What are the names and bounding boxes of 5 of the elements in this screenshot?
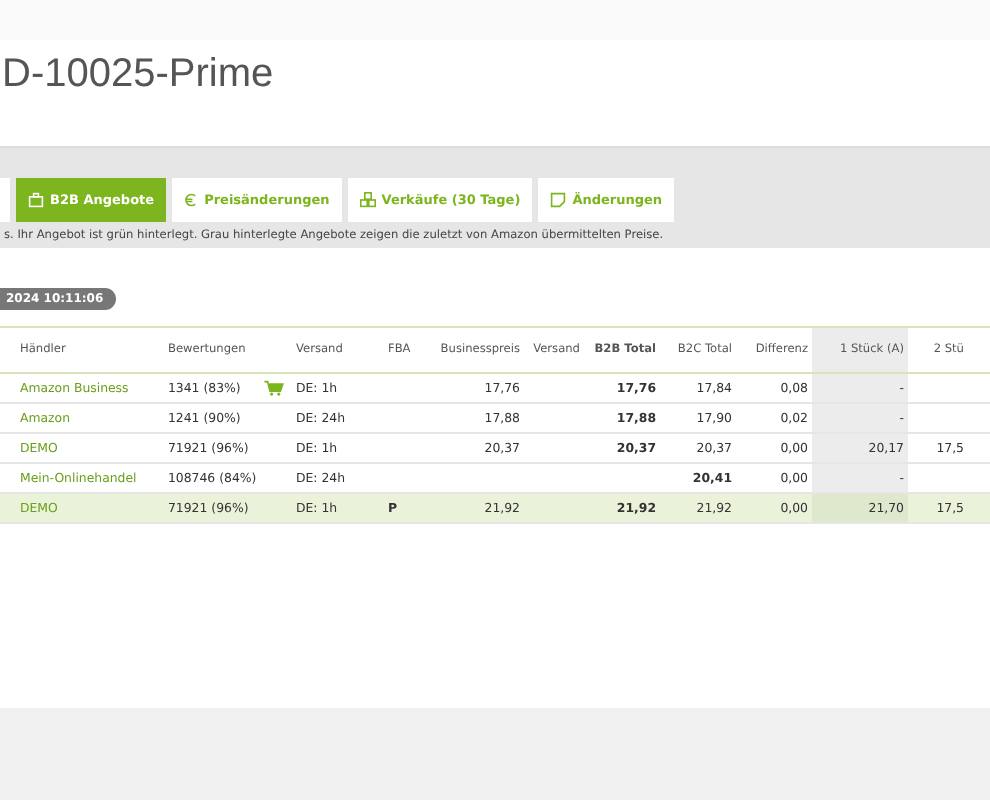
product-title: D-10025-Prime xyxy=(2,52,274,98)
boxes-icon xyxy=(359,192,376,208)
note-icon xyxy=(550,192,567,208)
briefcase-icon xyxy=(28,192,44,208)
euro-icon xyxy=(184,192,199,208)
